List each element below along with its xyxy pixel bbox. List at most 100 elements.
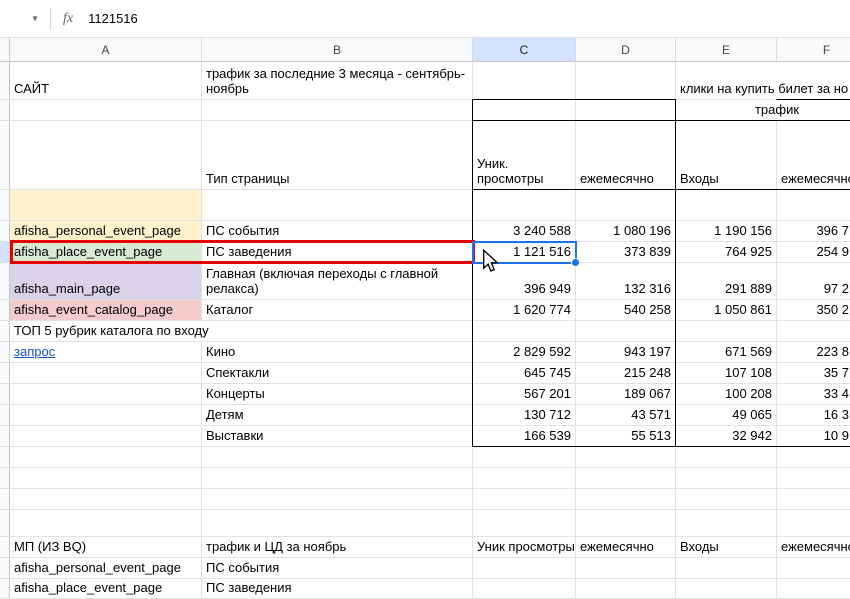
- cell-D9[interactable]: [576, 321, 676, 342]
- cell-F6[interactable]: 254 9: [777, 242, 850, 263]
- cell-B20[interactable]: ПС события: [202, 558, 473, 579]
- row-header-15[interactable]: [0, 447, 10, 468]
- cell-F5[interactable]: 396 7: [777, 221, 850, 242]
- cell-D3[interactable]: ежемесячно: [576, 121, 676, 190]
- cell-F14[interactable]: 10 9: [777, 426, 850, 447]
- cell-E17[interactable]: [676, 489, 777, 510]
- cell-A12[interactable]: [10, 384, 202, 405]
- cell-E14[interactable]: 32 942: [676, 426, 777, 447]
- column-header-A[interactable]: A: [10, 38, 202, 62]
- column-header-B[interactable]: B: [202, 38, 473, 62]
- cell-A18[interactable]: [10, 510, 202, 537]
- cell-F4[interactable]: [777, 190, 850, 221]
- cell-C13[interactable]: 130 712: [473, 405, 576, 426]
- cell-E11[interactable]: 107 108: [676, 363, 777, 384]
- row-header-10[interactable]: [0, 342, 10, 363]
- cell-C11[interactable]: 645 745: [473, 363, 576, 384]
- cell-D2[interactable]: [576, 100, 676, 121]
- cell-E6[interactable]: 764 925: [676, 242, 777, 263]
- cell-A19[interactable]: МП (ИЗ BQ): [10, 537, 202, 558]
- cell-F15[interactable]: [777, 447, 850, 468]
- cell-A14[interactable]: [10, 426, 202, 447]
- cell-B13[interactable]: Детям: [202, 405, 473, 426]
- cell-D21[interactable]: [576, 579, 676, 599]
- cell-C19[interactable]: Уник просмотры: [473, 537, 576, 558]
- row-header-6[interactable]: [0, 242, 10, 263]
- column-header-F[interactable]: F: [777, 38, 850, 62]
- row-header-8[interactable]: [0, 300, 10, 321]
- cell-D12[interactable]: 189 067: [576, 384, 676, 405]
- cell-C8[interactable]: 1 620 774: [473, 300, 576, 321]
- cell-B5[interactable]: ПС события: [202, 221, 473, 242]
- cell-B4[interactable]: [202, 190, 473, 221]
- row-header-21[interactable]: [0, 579, 10, 599]
- row-header-20[interactable]: [0, 558, 10, 579]
- cell-E19[interactable]: Входы: [676, 537, 777, 558]
- cell-F7[interactable]: 97 2: [777, 263, 850, 300]
- fill-handle[interactable]: [571, 258, 580, 267]
- cell-E9[interactable]: [676, 321, 777, 342]
- cell-D17[interactable]: [576, 489, 676, 510]
- cell-E4[interactable]: [676, 190, 777, 221]
- cell-A4[interactable]: [10, 190, 202, 221]
- name-box[interactable]: ▼: [0, 0, 46, 37]
- cell-A3[interactable]: [10, 121, 202, 190]
- cell-F20[interactable]: [777, 558, 850, 579]
- row-header-7[interactable]: [0, 263, 10, 300]
- corner-cell[interactable]: [0, 38, 10, 62]
- row-header-4[interactable]: [0, 190, 10, 221]
- cell-B19[interactable]: трафик и ЦД за ноябрь: [202, 537, 473, 558]
- cell-E1[interactable]: клики на купить билет за но: [676, 62, 777, 100]
- cell-B14[interactable]: Выставки: [202, 426, 473, 447]
- cell-C12[interactable]: 567 201: [473, 384, 576, 405]
- cell-F16[interactable]: [777, 468, 850, 489]
- cell-D1[interactable]: [576, 62, 676, 100]
- cell-A21[interactable]: afisha_place_event_page: [10, 579, 202, 599]
- cell-A10[interactable]: запрос: [10, 342, 202, 363]
- cell-C5[interactable]: 3 240 588: [473, 221, 576, 242]
- cell-D6[interactable]: 373 839: [576, 242, 676, 263]
- cell-A2[interactable]: [10, 100, 202, 121]
- cell-B3[interactable]: Тип страницы: [202, 121, 473, 190]
- cell-E15[interactable]: [676, 447, 777, 468]
- cell-A13[interactable]: [10, 405, 202, 426]
- cell-B21[interactable]: ПС заведения: [202, 579, 473, 599]
- cell-A1[interactable]: САЙТ: [10, 62, 202, 100]
- cell-D10[interactable]: 943 197: [576, 342, 676, 363]
- cell-B1[interactable]: трафик за последние 3 месяца - сентябрь-…: [202, 62, 473, 100]
- cell-A20[interactable]: afisha_personal_event_page: [10, 558, 202, 579]
- cell-C2[interactable]: [473, 100, 576, 121]
- cell-C16[interactable]: [473, 468, 576, 489]
- cell-C1[interactable]: [473, 62, 576, 100]
- cell-B18[interactable]: [202, 510, 473, 537]
- row-header-1[interactable]: [0, 62, 10, 100]
- cell-B17[interactable]: [202, 489, 473, 510]
- cell-F3[interactable]: ежемесячно: [777, 121, 850, 190]
- cell-D8[interactable]: 540 258: [576, 300, 676, 321]
- cell-C4[interactable]: [473, 190, 576, 221]
- cell-F10[interactable]: 223 8: [777, 342, 850, 363]
- cell-C10[interactable]: 2 829 592: [473, 342, 576, 363]
- row-header-19[interactable]: [0, 537, 10, 558]
- row-header-12[interactable]: [0, 384, 10, 405]
- cell-B16[interactable]: [202, 468, 473, 489]
- cell-D11[interactable]: 215 248: [576, 363, 676, 384]
- cell-F17[interactable]: [777, 489, 850, 510]
- cell-D20[interactable]: [576, 558, 676, 579]
- row-header-3[interactable]: [0, 121, 10, 190]
- cell-B6[interactable]: ПС заведения: [202, 242, 473, 263]
- cell-E7[interactable]: 291 889: [676, 263, 777, 300]
- row-header-11[interactable]: [0, 363, 10, 384]
- row-header-16[interactable]: [0, 468, 10, 489]
- cell-A6[interactable]: afisha_place_event_page: [10, 242, 202, 263]
- cell-A9[interactable]: ТОП 5 рубрик каталога по входу: [10, 321, 202, 342]
- row-header-14[interactable]: [0, 426, 10, 447]
- cell-C15[interactable]: [473, 447, 576, 468]
- cell-C14[interactable]: 166 539: [473, 426, 576, 447]
- cell-E12[interactable]: 100 208: [676, 384, 777, 405]
- cell-A17[interactable]: [10, 489, 202, 510]
- cell-C20[interactable]: [473, 558, 576, 579]
- cell-E18[interactable]: [676, 510, 777, 537]
- row-header-17[interactable]: [0, 489, 10, 510]
- column-header-C[interactable]: C: [473, 38, 576, 62]
